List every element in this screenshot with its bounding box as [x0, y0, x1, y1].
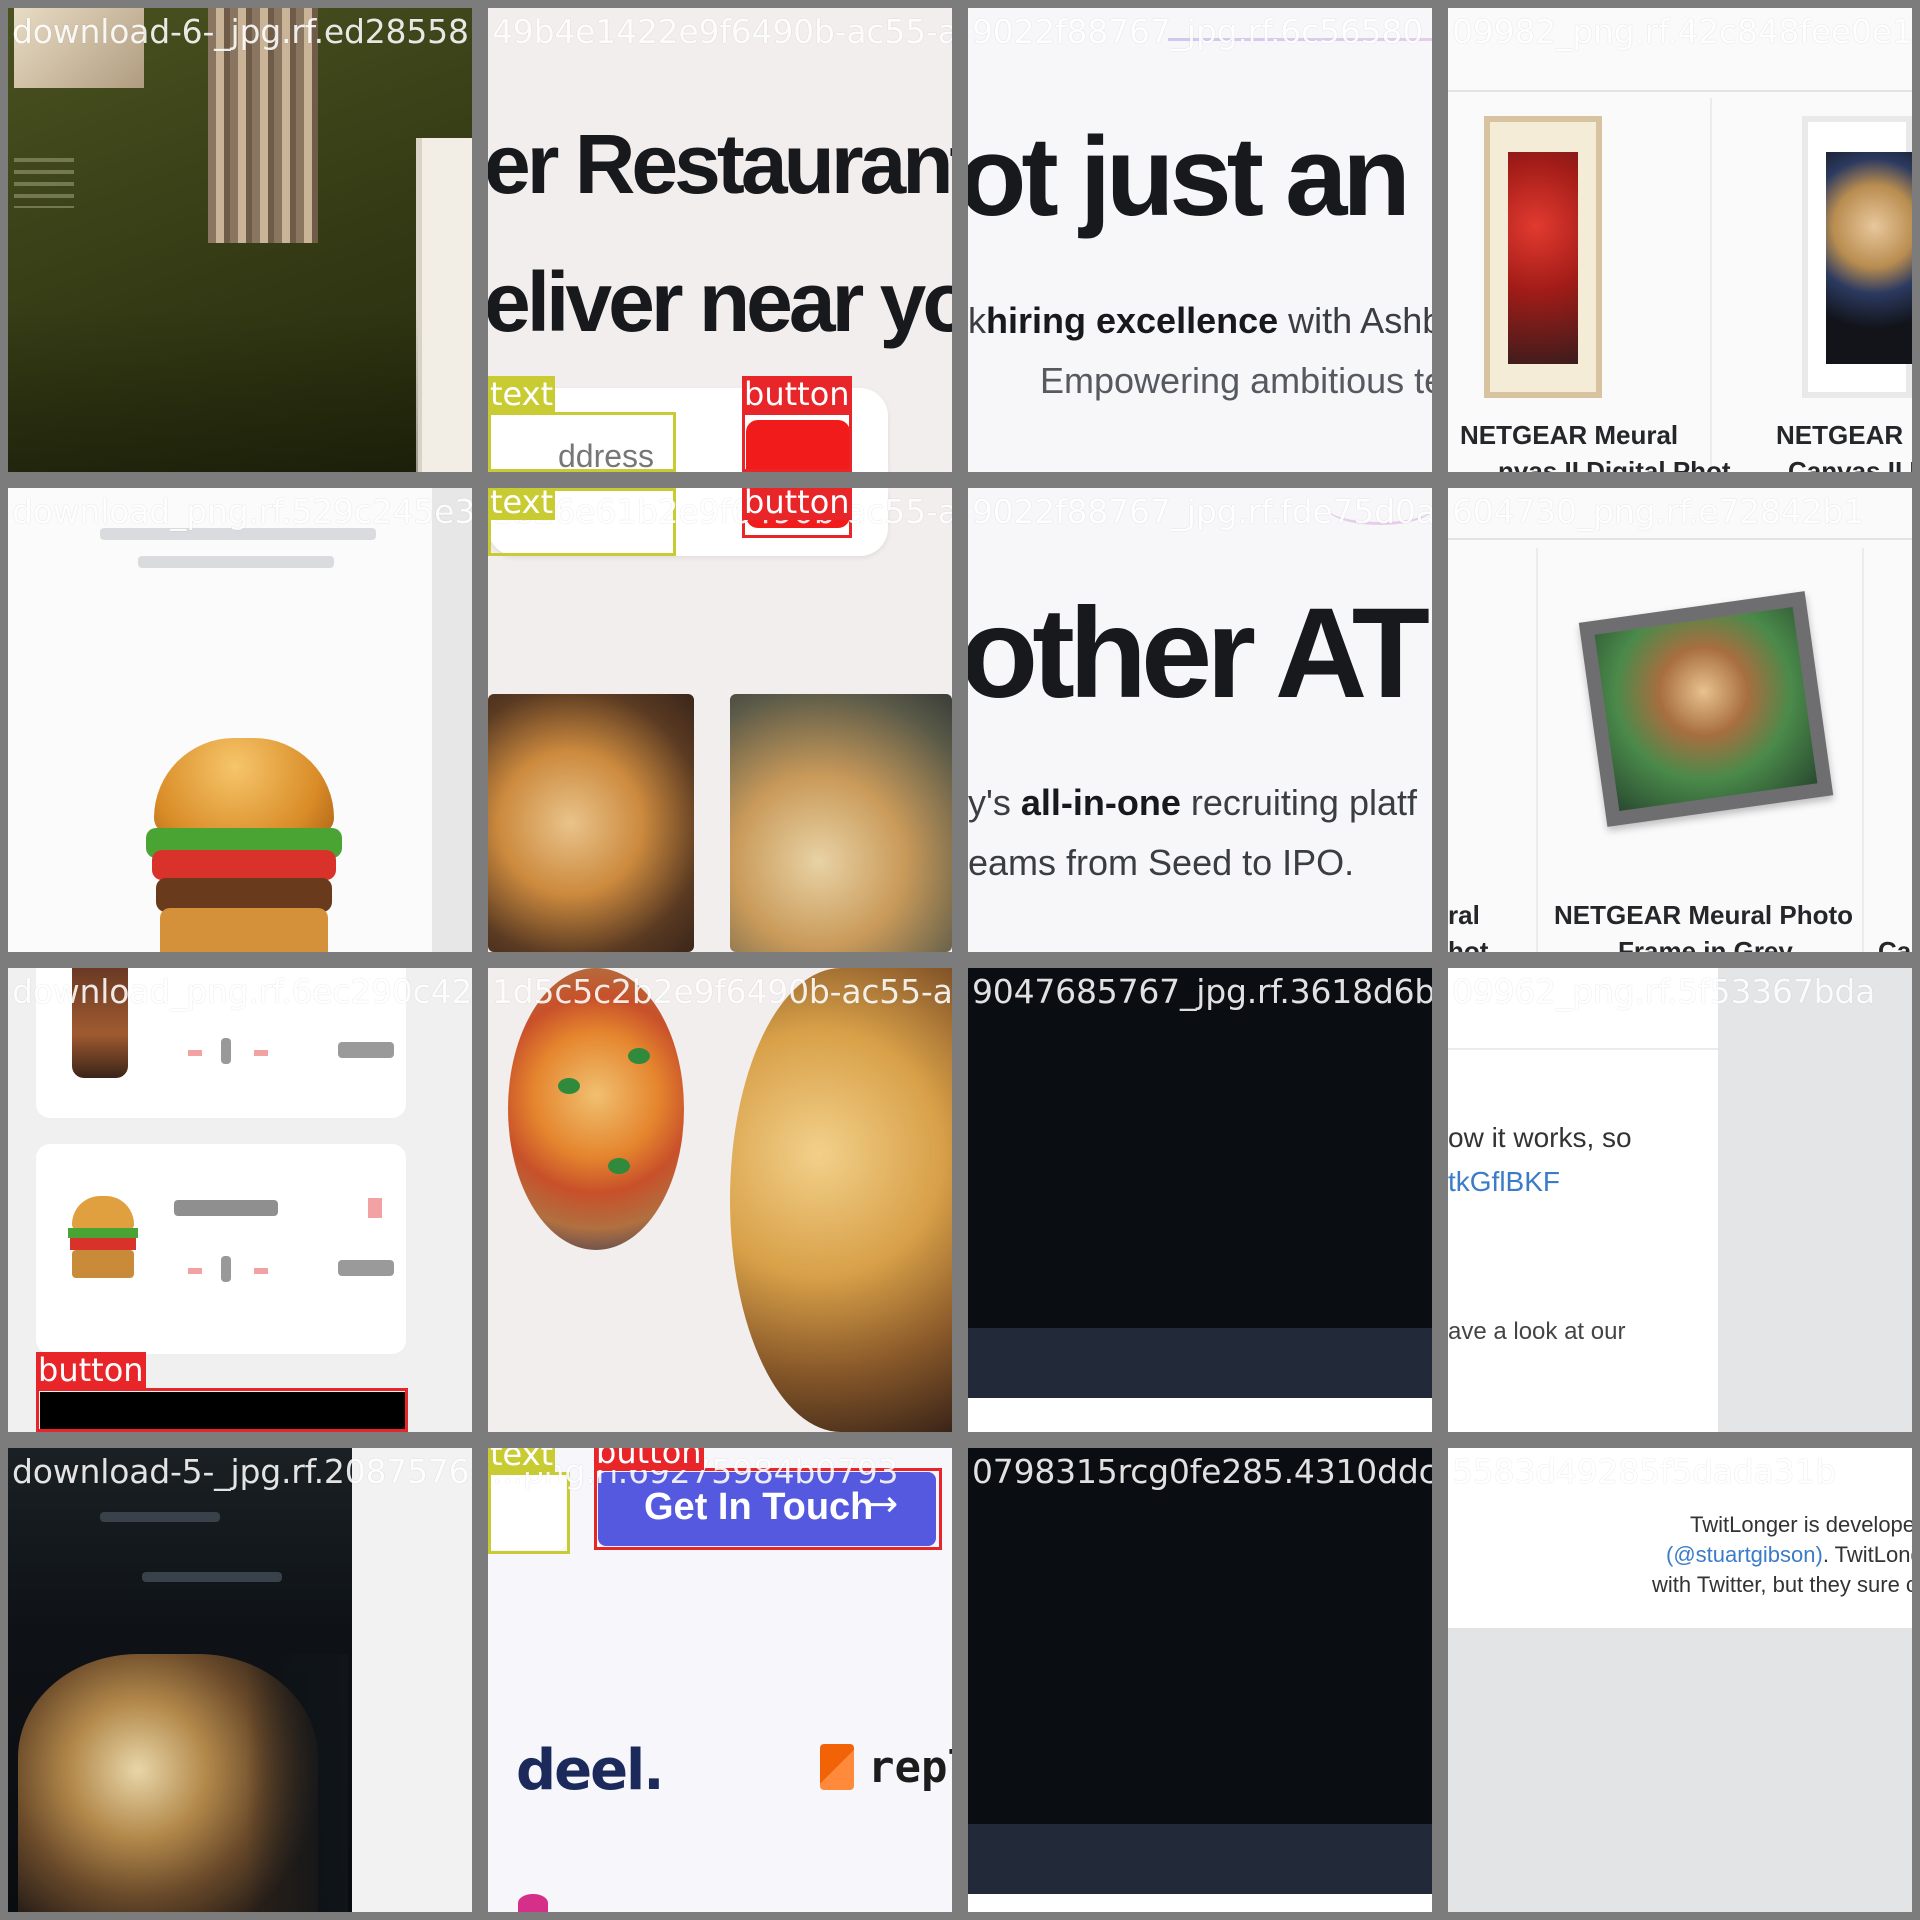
product-image-flowers[interactable]: [1484, 116, 1602, 398]
button-tag: button: [36, 1351, 146, 1389]
button-bbox: [742, 412, 852, 472]
button-bbox: [36, 1388, 408, 1432]
product-title-line2[interactable]: Frame in Grey: [1618, 936, 1793, 952]
product-label[interactable]: Ca: [1878, 936, 1911, 952]
tile-get-in-touch: text Get In Touch → button deel. repl ..…: [488, 1448, 952, 1912]
burger-image: [146, 738, 342, 952]
sub-pre: y's: [968, 782, 1021, 823]
product-label[interactable]: ral: [1448, 900, 1480, 931]
annotation-mosaic: download-6-_jpg.rf.ed28558 er Restaurant…: [0, 0, 1920, 1920]
tile-food-photos: text button 1b26e61b2e9f6490b-ac55-a9022…: [488, 488, 952, 952]
hero-heading: other AT: [968, 582, 1430, 725]
button-tag: button: [742, 488, 852, 520]
hero-subheading: khiring excellence with Ashb: [968, 300, 1432, 342]
tile-burger: download_png.rf.529c245e3: [8, 488, 472, 952]
post-text: ave a look at our: [1448, 1318, 1626, 1345]
tile-filename: 0798315rcg0fe285.4310ddc9: [972, 1452, 1432, 1491]
sub-bold: all-in-one: [1020, 782, 1181, 823]
tile-twitlonger-post: ow it works, so tkGflBKF ave a look at o…: [1448, 968, 1912, 1432]
tile-filename: 1b26e61b2e9f6490b-ac55-a9022f88767_jpg.r…: [492, 492, 952, 531]
tile-cart: button download_png.rf.6ec290c42: [8, 968, 472, 1432]
product-title[interactable]: NETGEAR I: [1776, 420, 1912, 451]
item-name: [174, 1200, 278, 1216]
tile-collage: download-6-_jpg.rf.ed28558: [8, 8, 472, 472]
blurred-text: [100, 1512, 220, 1522]
tile-filename: 9022f88767_jpg.rf.6c56580: [972, 12, 1424, 51]
hero-subheading: y's all-in-one recruiting platf: [968, 782, 1417, 824]
text-tag: text: [488, 488, 556, 520]
text-tag: text: [488, 375, 556, 413]
tile-filename: download_png.rf.6ec290c42: [12, 972, 472, 1011]
footer-text: with Twitter, but they sure c: [1652, 1572, 1912, 1597]
price-value: [338, 1042, 394, 1058]
post-link[interactable]: tkGflBKF: [1448, 1166, 1560, 1198]
tile-pizza-fries: 1d5c5c2b2e9f6490b-ac55-a9047685767_jpg.r…: [488, 968, 952, 1432]
tile-filename: 9022f88767_jpg.rf.fde75d0ab: [972, 492, 1432, 531]
footer-text: (@stuartgibson). TwitLong: [1666, 1542, 1912, 1568]
price-value: [338, 1260, 394, 1276]
blurred-text: [138, 556, 334, 568]
tile-twitlonger-footer: TwitLonger is develope (@stuartgibson). …: [1448, 1448, 1912, 1912]
tile-netgear-products: NETGEAR Meural nvas II Digital Phot NETG…: [1448, 8, 1912, 472]
deel-logo: deel.: [516, 1738, 665, 1803]
replit-logo-icon: [820, 1744, 854, 1790]
button-tag: button: [742, 375, 852, 413]
tile-filename: 49b4e1422e9f6490b-ac55-a904768f767_jpg.r…: [492, 12, 952, 51]
tile-filename: 09982_png.rf.42c848fee0e18: [1452, 12, 1912, 51]
tile-filename: download_png.rf.529c245e3: [12, 492, 472, 531]
hero-heading: ot just an: [968, 114, 1411, 239]
tile-filename: 604730_png.rf.e72842b1: [1452, 492, 1864, 531]
blurred-text: [142, 1572, 282, 1582]
tile-ashby-ats: other AT y's all-in-one recruiting platf…: [968, 488, 1432, 952]
tile-dark-photo: download-5-_jpg.rf.2087576d0: [8, 1448, 472, 1912]
post-text: ow it works, so: [1448, 1122, 1632, 1153]
hero-subheading-line2: eams from Seed to IPO.: [968, 842, 1355, 883]
food-image-pizza: [488, 694, 694, 952]
quantity-value: [221, 1038, 231, 1064]
sub-bold: hiring excellence: [986, 300, 1279, 341]
tile-filename: 1d5c5c2b2e9f6490b-ac55-a9047685767_jpg.r…: [492, 972, 952, 1011]
tile-restaurants-hero: er Restaurants eliver near you ddress te…: [488, 8, 952, 472]
footer-text: TwitLonger is develope: [1690, 1512, 1912, 1537]
product-image-portrait[interactable]: [1802, 116, 1912, 398]
sub-post: with Ashb: [1278, 300, 1432, 341]
product-title-line2[interactable]: Canvas II Digi: [1788, 456, 1912, 472]
product-title[interactable]: NETGEAR Meural: [1460, 420, 1678, 451]
tile-dark-panel-2: 0798315rcg0fe285.4310ddc9: [968, 1448, 1432, 1912]
product-title[interactable]: NETGEAR Meural Photo: [1554, 900, 1853, 931]
burger-thumbnail: [68, 1196, 138, 1280]
sub-pre: k: [968, 300, 986, 341]
tile-filename: download-5-_jpg.rf.2087576d0: [12, 1452, 472, 1491]
tile-dark-panel: 9047685767_jpg.rf.3618d6b7: [968, 968, 1432, 1432]
photo-frame: [416, 138, 472, 472]
fries-burger-image: [730, 968, 952, 1432]
hero-heading-line1: er Restaurants: [488, 117, 952, 211]
twitter-handle-link[interactable]: (@stuartgibson): [1666, 1542, 1823, 1567]
button-tag: button: [594, 1448, 704, 1470]
tile-filename: 9047685767_jpg.rf.3618d6b7: [972, 972, 1432, 1011]
footer-text-post: . TwitLong: [1822, 1542, 1912, 1567]
tile-filename: 5583d49285f5dada31b: [1452, 1452, 1836, 1491]
hero-subheading-line2: Empowering ambitious te: [1040, 360, 1432, 401]
product-image-grey-frame[interactable]: [1578, 591, 1834, 827]
text-tag: text: [488, 1448, 556, 1472]
product-title-line2[interactable]: nvas II Digital Phot: [1498, 456, 1731, 472]
food-image-wraps: [730, 694, 952, 952]
sub-post: recruiting platf: [1180, 782, 1417, 823]
hero-heading-line2: eliver near you: [488, 255, 952, 349]
replit-logo: repl: [868, 1742, 952, 1793]
quantity-value: [221, 1256, 231, 1282]
text-bbox: [488, 412, 676, 472]
product-label[interactable]: hot: [1448, 936, 1488, 952]
tile-netgear-frame: ral hot NETGEAR Meural Photo Frame in Gr…: [1448, 488, 1912, 952]
tile-filename: download-6-_jpg.rf.ed28558: [12, 12, 469, 51]
tile-filename: 09962_png.rf.5f53367bda: [1452, 972, 1876, 1011]
tile-ashby-hero: ot just an khiring excellence with Ashb …: [968, 8, 1432, 472]
